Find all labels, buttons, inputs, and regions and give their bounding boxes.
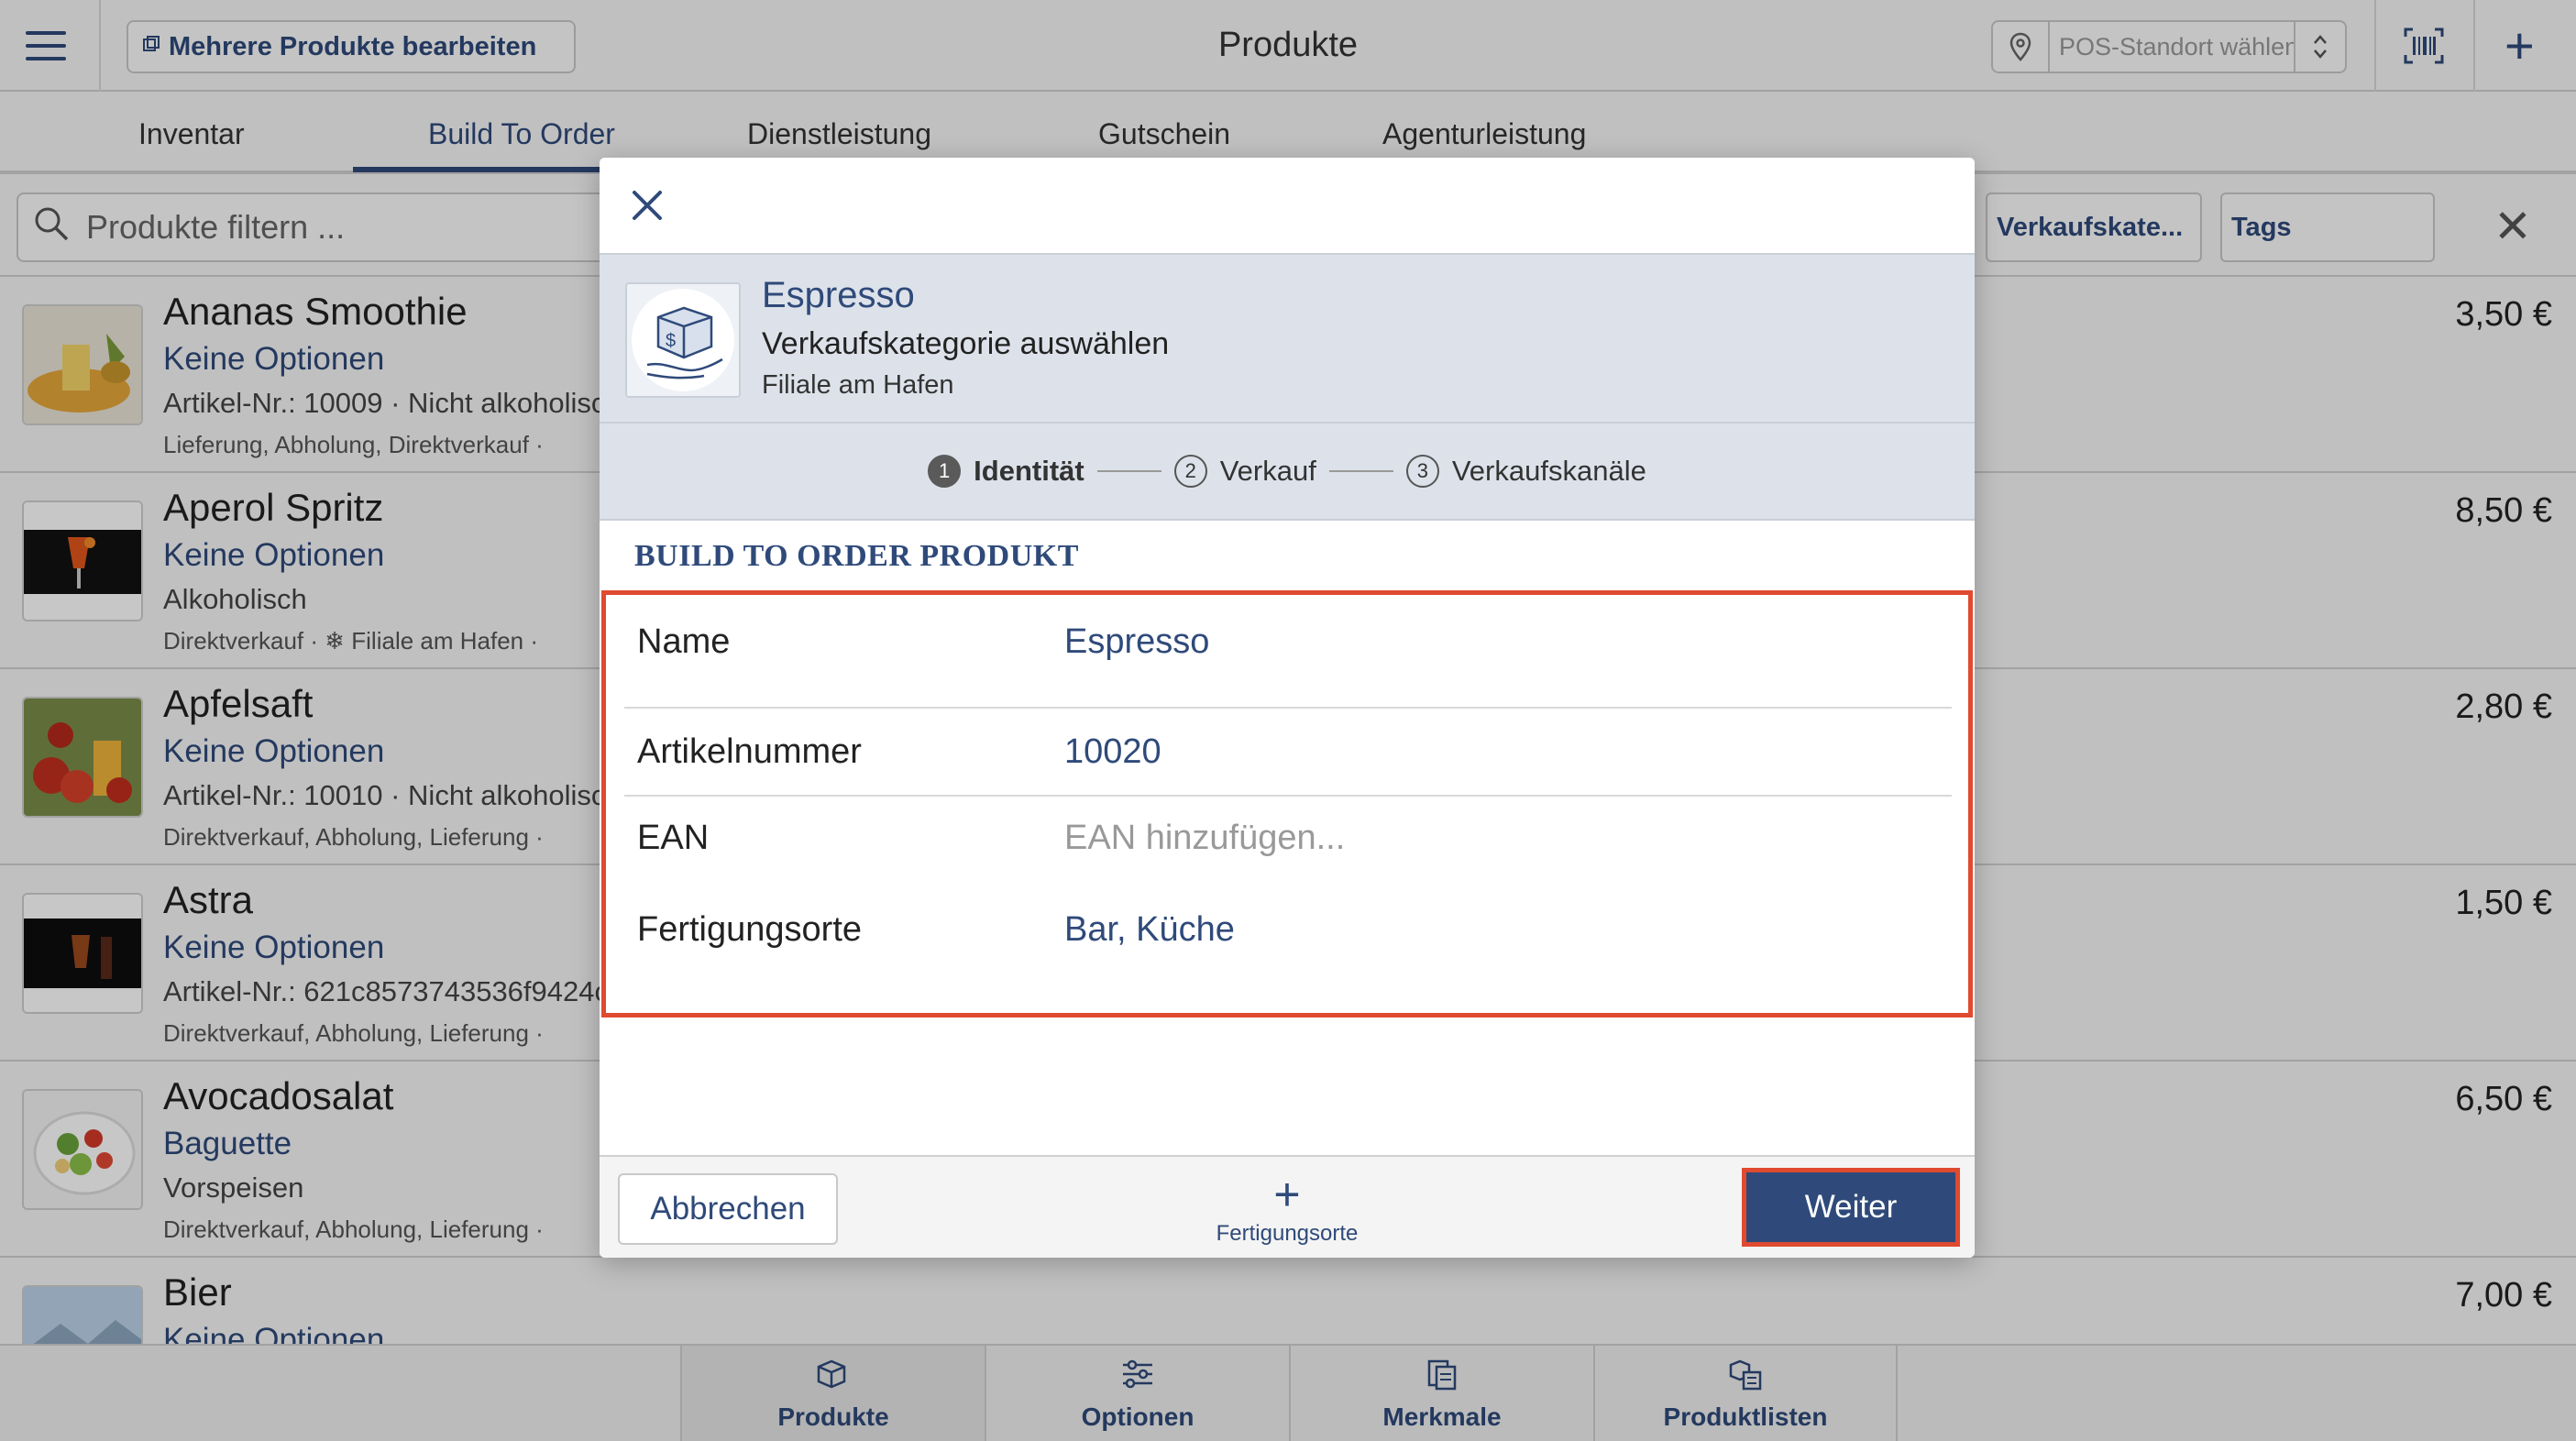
name-label: Name [637,622,731,661]
step-label: Identität [974,455,1084,487]
add-production-location-button[interactable]: + Fertigungsorte [1205,1166,1370,1254]
product-form: Name Espresso Artikelnummer 10020 EAN EA… [601,590,1973,1018]
step-number: 3 [1405,455,1439,488]
ean-input[interactable]: EAN hinzufügen... [1064,819,1345,858]
step-number: 1 [928,455,962,488]
product-summary: $ Espresso Verkaufskategorie auswählen F… [600,253,1975,424]
step-label: Verkauf [1219,455,1316,487]
step-connector [1328,470,1393,472]
step-number: 2 [1173,455,1207,488]
product-subtitle: Verkaufskategorie auswählen [762,326,1170,361]
production-locations-label: Fertigungsorte [637,910,863,949]
next-button[interactable]: Weiter [1742,1168,1960,1247]
article-number-value[interactable]: 10020 [1064,732,1161,772]
production-locations-field[interactable]: Fertigungsorte Bar, Küche [624,899,1952,1009]
production-locations-value[interactable]: Bar, Küche [1064,910,1235,950]
ean-label: EAN [637,819,710,857]
step-connector [1096,470,1161,472]
step-identity: 1 Identität [928,455,1084,488]
cancel-button[interactable]: Abbrechen [618,1173,838,1245]
section-title: BUILD TO ORDER PRODUKT [634,539,1079,573]
article-number-field[interactable]: Artikelnummer 10020 [624,709,1952,797]
dialog-footer: Abbrechen + Fertigungsorte Weiter [600,1155,1975,1258]
name-value[interactable]: Espresso [1064,622,1209,662]
create-product-dialog: $ Espresso Verkaufskategorie auswählen F… [600,158,1975,1258]
svg-text:$: $ [666,331,676,351]
add-production-location-label: Fertigungsorte [1216,1221,1359,1246]
dialog-header [600,158,1975,253]
step-sales: 2 Verkauf [1173,455,1316,488]
step-label: Verkaufskanäle [1451,455,1646,487]
ean-field[interactable]: EAN EAN hinzufügen... [624,797,1952,899]
product-box-icon: $ [625,282,741,398]
stepper: 1 Identität 2 Verkauf 3 Verkaufskanäle [600,424,1975,521]
plus-icon: + [1273,1169,1301,1220]
article-number-label: Artikelnummer [637,732,862,771]
product-title: Espresso [762,275,915,315]
close-icon[interactable] [627,185,667,226]
step-sales-channels: 3 Verkaufskanäle [1405,455,1646,488]
name-field[interactable]: Name Espresso [624,595,1952,709]
product-location: Filiale am Hafen [762,370,954,400]
